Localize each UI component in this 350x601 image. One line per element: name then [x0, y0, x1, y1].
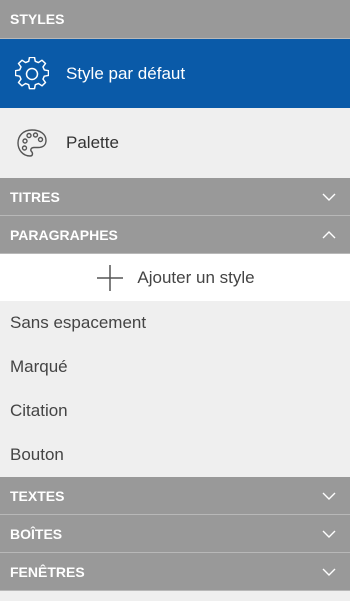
gear-icon [12, 54, 52, 94]
paragraph-style-list: Sans espacement Marqué Citation Bouton [0, 301, 350, 477]
section-titres-header[interactable]: TITRES [0, 178, 350, 216]
section-textes-label: TEXTES [10, 487, 65, 504]
style-default-label: Style par défaut [66, 63, 186, 83]
section-paragraphes-label: PARAGRAPHES [10, 226, 118, 243]
section-styles-header[interactable]: STYLES [0, 0, 350, 39]
add-style-label: Ajouter un style [137, 267, 255, 287]
section-textes-header[interactable]: TEXTES [0, 477, 350, 515]
section-fenetres-header[interactable]: FENÊTRES [0, 553, 350, 591]
section-boites-label: BOÎTES [10, 525, 63, 542]
list-item[interactable]: Bouton [0, 433, 350, 477]
add-style-button[interactable]: Ajouter un style [0, 254, 350, 301]
plus-icon [95, 263, 125, 293]
list-item[interactable]: Sans espacement [0, 301, 350, 345]
styles-panel: STYLES Style par défaut Palette TITRES P… [0, 0, 350, 601]
chevron-down-icon [318, 190, 340, 204]
section-paragraphes-header[interactable]: PARAGRAPHES [0, 216, 350, 254]
section-boites-header[interactable]: BOÎTES [0, 515, 350, 553]
palette-icon [12, 123, 52, 163]
palette-label: Palette [66, 133, 119, 152]
chevron-down-icon [318, 489, 340, 503]
chevron-down-icon [318, 527, 340, 541]
palette-item[interactable]: Palette [0, 108, 350, 178]
section-fenetres-label: FENÊTRES [10, 563, 85, 580]
section-titres-label: TITRES [10, 188, 60, 205]
chevron-up-icon [318, 228, 340, 242]
list-item[interactable]: Citation [0, 389, 350, 433]
section-styles-label: STYLES [10, 11, 65, 27]
style-default-item[interactable]: Style par défaut [0, 39, 350, 108]
list-item[interactable]: Marqué [0, 345, 350, 389]
chevron-down-icon [318, 565, 340, 579]
